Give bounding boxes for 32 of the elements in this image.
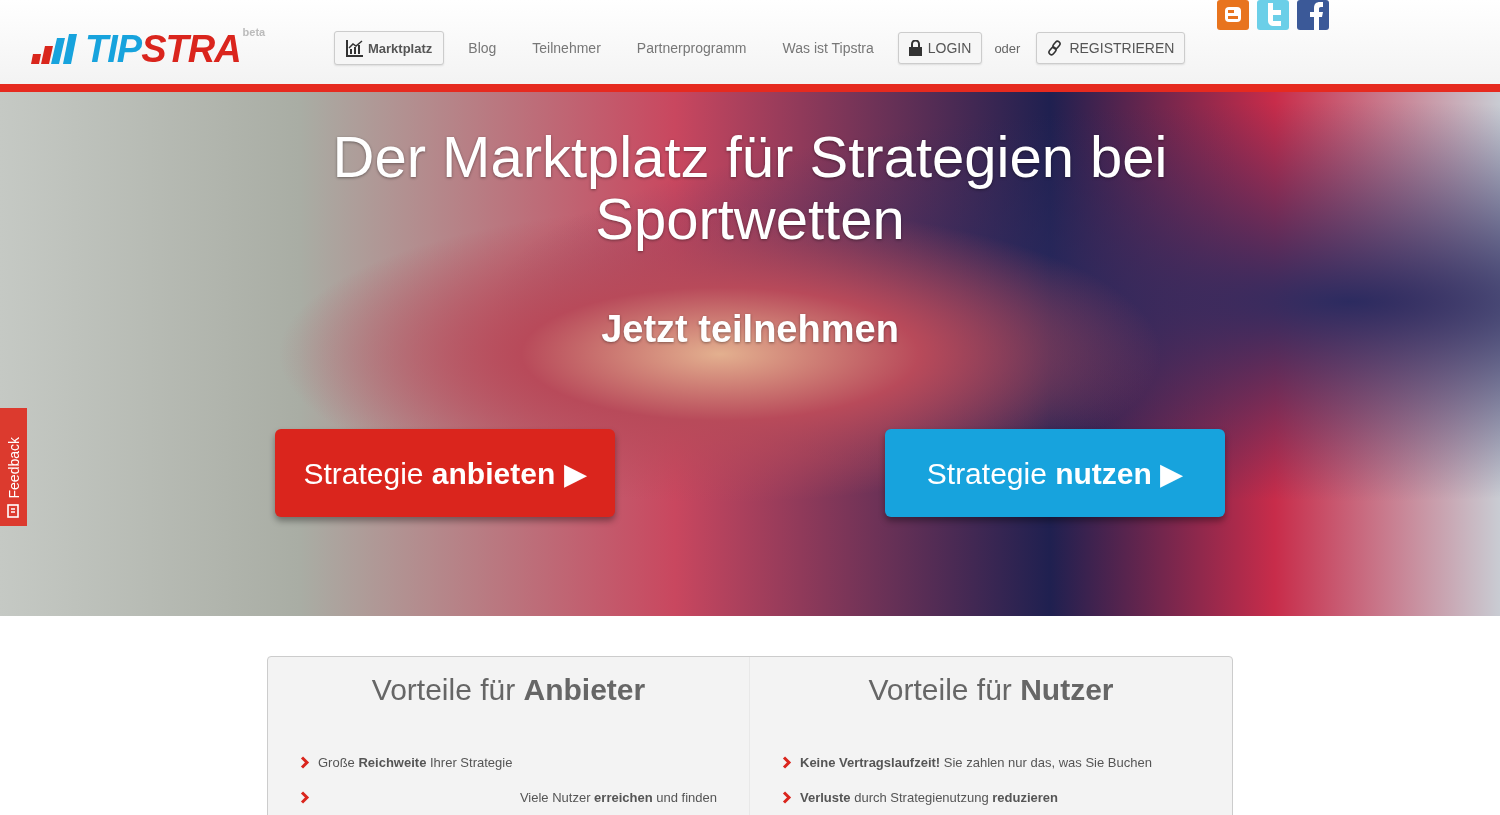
separator-text: oder (994, 40, 1021, 56)
blogger-icon[interactable] (1217, 0, 1249, 30)
note-icon (6, 504, 21, 518)
nav-link[interactable]: Marktplatz (334, 31, 445, 65)
link-icon (1047, 40, 1064, 56)
benefit-text: Keine Vertragslaufzeit! Sie zahlen nur das, was Sie Buchen (800, 755, 1152, 770)
chevron-icon (782, 756, 792, 769)
hero-title: Der Marktplatz für Strategien bei Sportwetten (331, 126, 1169, 250)
login-button[interactable]: LOGIN (897, 32, 983, 64)
logo-text: TIPSTRA (85, 34, 241, 64)
benefit-text: Verluste durch Strategienutzung reduzieren (800, 790, 1058, 805)
cta-button[interactable]: Strategie anbieten ▶ (275, 429, 615, 517)
lock-icon (908, 40, 922, 56)
chevron-icon (300, 756, 310, 769)
feedback-tab[interactable]: Feedback (0, 408, 27, 526)
facebook-icon[interactable] (1297, 0, 1329, 30)
nav-link[interactable]: Blog (456, 32, 509, 64)
chevron-icon (300, 791, 310, 804)
nav-link[interactable]: Partnerprogramm (624, 32, 759, 64)
chart-icon (346, 39, 364, 57)
benefit-text: Große Reichweite Ihrer Strategie (318, 755, 513, 770)
benefits-heading: Vorteile für Nutzer (867, 673, 1115, 707)
nav-link[interactable]: Was ist Tipstra (770, 32, 886, 64)
twitter-icon[interactable] (1257, 0, 1289, 30)
benefit-text: Viele Nutzer erreichen und finden (519, 790, 717, 805)
chevron-icon (782, 791, 792, 804)
benefits-heading: Vorteile für Anbieter (370, 673, 647, 707)
cta-button[interactable]: Strategie nutzen ▶ (885, 429, 1225, 517)
register-button[interactable]: REGISTRIEREN (1036, 32, 1186, 64)
nav-link[interactable]: Teilnehmer (520, 32, 613, 64)
hero-subtitle: Jetzt teilnehmen (601, 308, 899, 351)
beta-label: beta (242, 26, 266, 38)
